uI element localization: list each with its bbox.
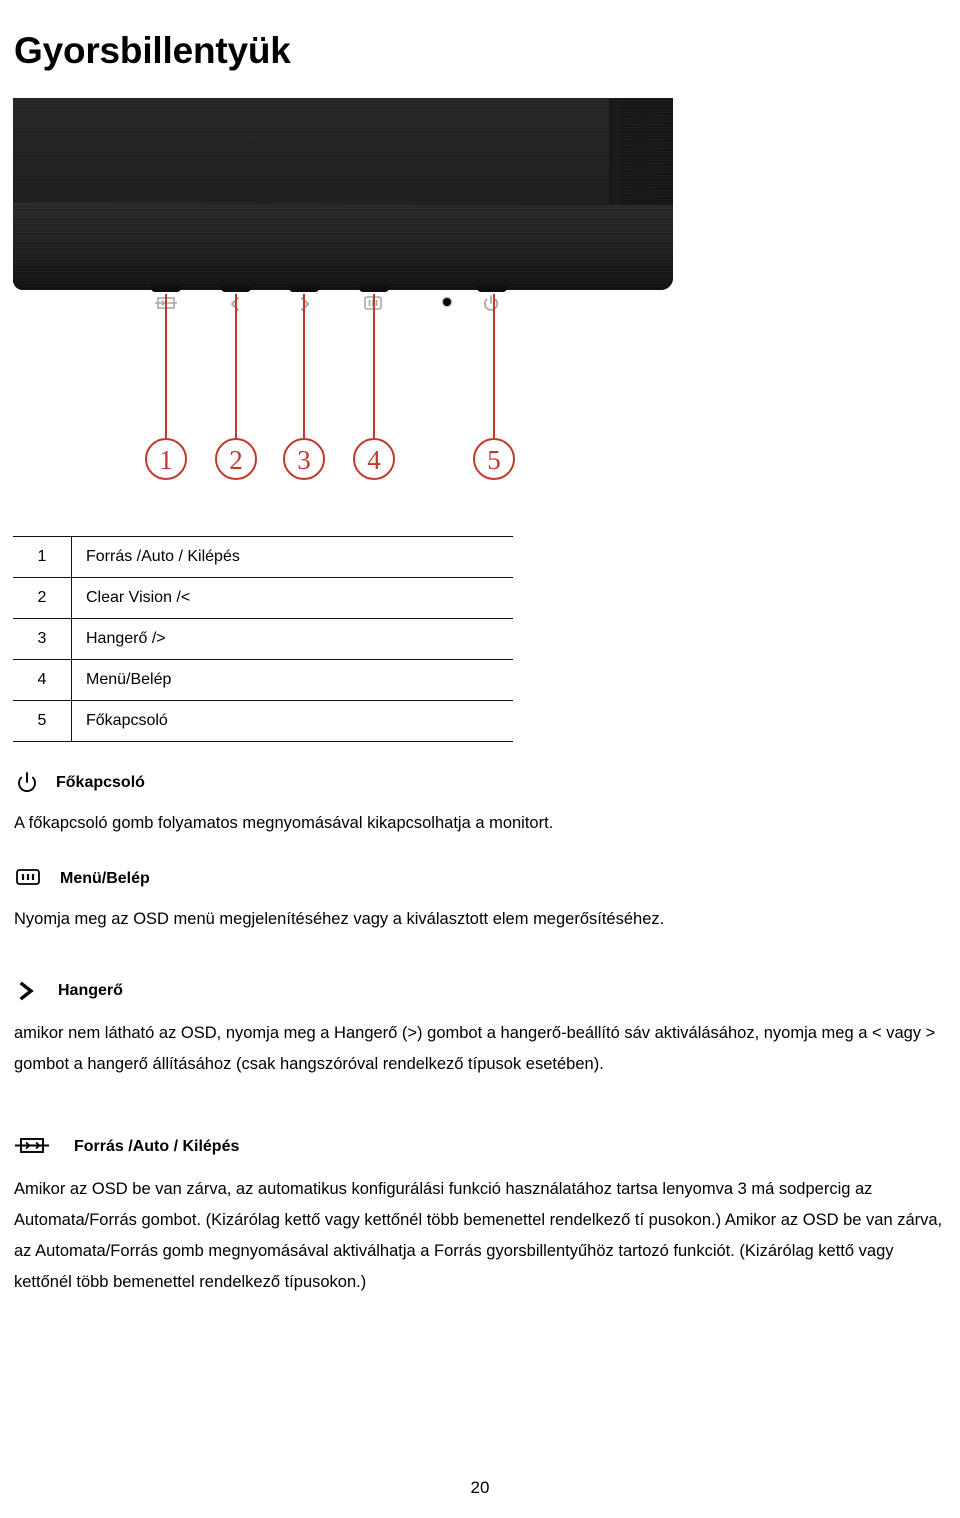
section-title: Hangerő	[58, 982, 123, 999]
table-cell-label: Főkapcsoló	[71, 700, 513, 742]
monitor-front-panel-figure: 1 2 3 4 5	[13, 98, 685, 510]
section-menu: Menü/Belép Nyomja meg az OSD menü megjel…	[14, 866, 946, 935]
table-row: 3 Hangerő />	[13, 618, 513, 660]
callout-leader-line	[165, 294, 167, 438]
hotkey-table: 1 Forrás /Auto / Kilépés 2 Clear Vision …	[13, 536, 513, 742]
button-notch	[151, 286, 181, 292]
section-body: amikor nem látható az OSD, nyomja meg a …	[14, 1024, 936, 1073]
source-icon	[14, 1134, 49, 1162]
section-heading: Menü/Belép	[14, 866, 946, 896]
callout-number-3: 3	[283, 438, 325, 480]
table-cell-label: Menü/Belép	[71, 659, 513, 701]
monitor-right-bevel	[609, 98, 619, 212]
callout-leader-line	[493, 294, 495, 438]
section-body: Nyomja meg az OSD menü megjelenítéséhez …	[14, 910, 665, 928]
section-power: Főkapcsoló A főkapcsoló gomb folyamatos …	[14, 770, 946, 839]
table-cell-number: 4	[13, 659, 72, 701]
callout-leader-line	[373, 294, 375, 438]
page-title: Gyorsbillentyük	[14, 30, 291, 71]
button-notch	[221, 286, 251, 292]
table-cell-number: 2	[13, 577, 72, 619]
section-title: Főkapcsoló	[56, 774, 145, 791]
button-notch	[477, 286, 507, 292]
table-cell-number: 3	[13, 618, 72, 660]
section-body: Amikor az OSD be van zárva, az automatik…	[14, 1180, 943, 1291]
callout-number-5: 5	[473, 438, 515, 480]
menu-icon	[14, 866, 44, 894]
table-row: 2 Clear Vision /<	[13, 577, 513, 619]
section-heading: Hangerő	[14, 978, 946, 1008]
table-cell-number: 1	[13, 536, 72, 578]
monitor-lower-bezel	[13, 205, 673, 290]
section-heading: Főkapcsoló	[14, 770, 946, 800]
section-title: Menü/Belép	[60, 870, 150, 887]
table-row: 5 Főkapcsoló	[13, 700, 513, 742]
callout-number-2: 2	[215, 438, 257, 480]
callout-number-1: 1	[145, 438, 187, 480]
button-notch	[289, 286, 319, 292]
power-icon[interactable]	[481, 294, 503, 314]
page-number: 20	[470, 1478, 490, 1497]
callout-leader-line	[235, 294, 237, 438]
right-chevron-icon[interactable]	[295, 294, 317, 314]
table-cell-number: 5	[13, 700, 72, 742]
power-led-indicator	[443, 298, 451, 306]
section-body: A főkapcsoló gomb folyamatos megnyomásáv…	[14, 814, 554, 832]
monitor-bezel	[13, 98, 673, 312]
callout-number-4: 4	[353, 438, 395, 480]
right-chevron-icon	[14, 978, 44, 1006]
section-heading: Forrás /Auto / Kilépés	[14, 1134, 946, 1164]
power-icon	[14, 770, 44, 798]
monitor-screen-area	[13, 98, 613, 203]
table-cell-label: Clear Vision /<	[71, 577, 513, 619]
table-row: 1 Forrás /Auto / Kilépés	[13, 536, 513, 578]
table-cell-label: Hangerő />	[71, 618, 513, 660]
table-cell-label: Forrás /Auto / Kilépés	[71, 536, 513, 578]
document-page: Gyorsbillentyük 1 2 3 4 5 1 Forrás /Auto…	[0, 0, 960, 1518]
button-notch	[359, 286, 389, 292]
section-title: Forrás /Auto / Kilépés	[74, 1138, 240, 1155]
callout-leader-line	[303, 294, 305, 438]
section-source: Forrás /Auto / Kilépés Amikor az OSD be …	[14, 1134, 946, 1298]
section-volume: Hangerő amikor nem látható az OSD, nyomj…	[14, 978, 946, 1080]
table-row: 4 Menü/Belép	[13, 659, 513, 701]
